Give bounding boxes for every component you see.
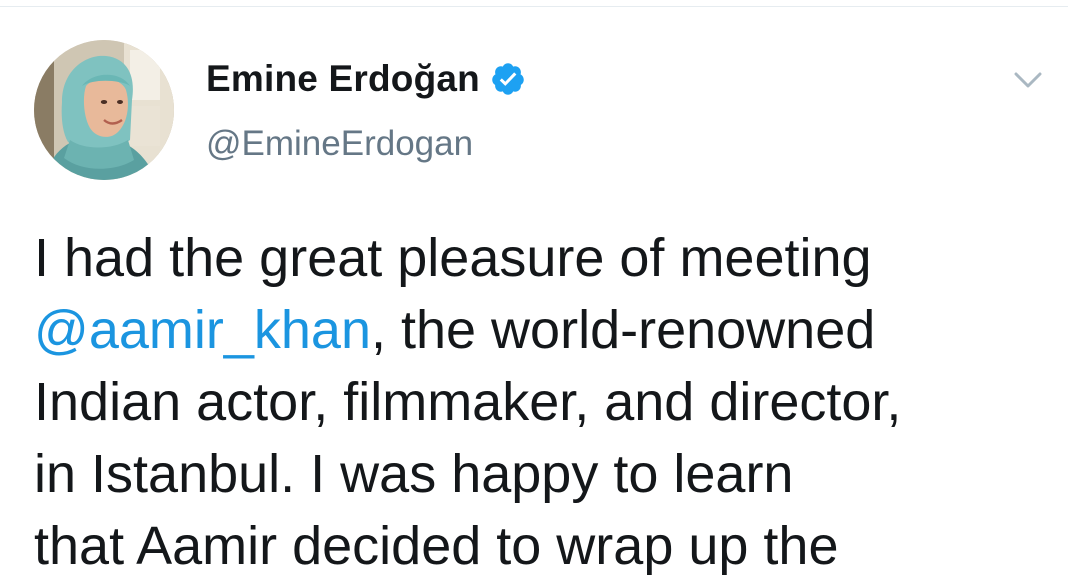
top-divider	[0, 6, 1068, 7]
verified-badge-icon	[492, 63, 524, 95]
display-name-row[interactable]: Emine Erdoğan	[206, 56, 526, 102]
tweet-line: in Istanbul. I was happy to learn	[34, 438, 1054, 510]
user-handle[interactable]: @EmineErdogan	[206, 124, 473, 164]
avatar-photo	[34, 40, 174, 180]
chevron-down-icon[interactable]	[1010, 62, 1046, 98]
tweet-line-text: , the world-renowned	[370, 300, 876, 360]
tweet-text: I had the great pleasure of meeting @aam…	[34, 222, 1054, 582]
display-name[interactable]: Emine Erdoğan	[206, 58, 480, 100]
avatar[interactable]	[34, 40, 174, 180]
tweet-line-text: in Istanbul. I was happy to learn	[34, 444, 794, 504]
tweet-line: I had the great pleasure of meeting	[34, 222, 1054, 294]
tweet-line-text: that Aamir decided to wrap up the	[34, 516, 839, 576]
mention-link[interactable]: @aamir_khan	[34, 300, 371, 360]
tweet-line-text: I had the great pleasure of meeting	[34, 228, 872, 288]
tweet-line: Indian actor, filmmaker, and director,	[34, 366, 1054, 438]
tweet-line-text: Indian actor, filmmaker, and director,	[34, 372, 902, 432]
tweet-line: @aamir_khan, the world-renowned	[34, 294, 1054, 366]
tweet-line: that Aamir decided to wrap up the	[34, 510, 1054, 582]
